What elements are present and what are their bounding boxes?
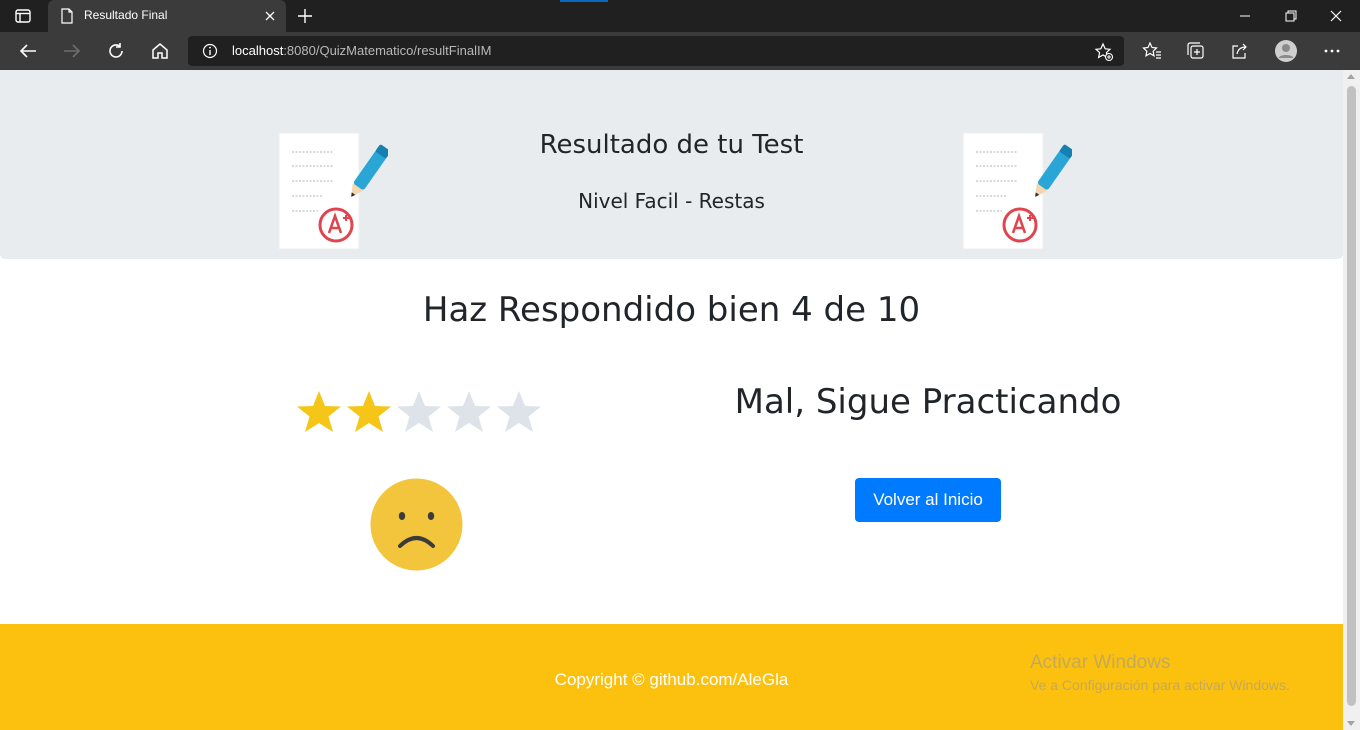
star-icon bbox=[447, 391, 491, 432]
favorites-icon[interactable] bbox=[1140, 40, 1164, 62]
windows-activation-watermark: Activar Windows Ve a Configuración para … bbox=[1030, 652, 1290, 693]
sad-face-icon bbox=[370, 478, 463, 571]
tab-resultado-final[interactable]: Resultado Final bbox=[48, 0, 286, 32]
result-verdict: Mal, Sigue Practicando bbox=[734, 382, 1122, 422]
level-subtitle: Nivel Facil - Restas bbox=[578, 189, 765, 213]
page-viewport: Resultado de tu Test Nivel Facil - Resta… bbox=[0, 70, 1360, 730]
address-bar[interactable]: localhost:8080/QuizMatematico/resultFina… bbox=[188, 36, 1124, 66]
scrollbar-thumb[interactable] bbox=[1347, 86, 1356, 706]
exam-graded-icon bbox=[962, 132, 1072, 250]
maximize-icon[interactable] bbox=[1269, 4, 1313, 28]
close-icon[interactable] bbox=[262, 8, 278, 24]
star-icon bbox=[397, 391, 441, 432]
scroll-up-icon[interactable] bbox=[1347, 74, 1355, 79]
accent-strip bbox=[560, 0, 608, 2]
page-icon bbox=[60, 8, 74, 24]
star-rating bbox=[294, 388, 546, 436]
star-icon bbox=[347, 391, 391, 432]
collections-icon[interactable] bbox=[1184, 40, 1208, 62]
score-heading: Haz Respondido bien 4 de 10 bbox=[422, 290, 921, 330]
sidebar-icon[interactable] bbox=[12, 7, 34, 25]
more-icon[interactable] bbox=[1320, 40, 1344, 62]
vertical-scrollbar[interactable] bbox=[1343, 70, 1360, 730]
back-to-home-button[interactable]: Volver al Inicio bbox=[855, 478, 1001, 522]
watermark-subtitle: Ve a Configuración para activar Windows. bbox=[1030, 677, 1290, 693]
url-host: localhost bbox=[232, 43, 284, 58]
browser-tab-bar: Resultado Final bbox=[0, 0, 1360, 32]
forward-icon[interactable] bbox=[60, 40, 84, 62]
url-path: :8080/QuizMatematico/resultFinalIM bbox=[283, 43, 492, 58]
header-banner: Resultado de tu Test Nivel Facil - Resta… bbox=[0, 70, 1343, 259]
browser-toolbar: localhost:8080/QuizMatematico/resultFina… bbox=[0, 32, 1360, 70]
refresh-icon[interactable] bbox=[104, 40, 128, 62]
info-icon[interactable] bbox=[202, 43, 218, 59]
minimize-icon[interactable] bbox=[1223, 4, 1267, 28]
scroll-down-icon[interactable] bbox=[1347, 721, 1355, 726]
close-window-icon[interactable] bbox=[1314, 4, 1358, 28]
url-text: localhost:8080/QuizMatematico/resultFina… bbox=[232, 43, 491, 58]
home-icon[interactable] bbox=[148, 40, 172, 62]
add-favorite-icon[interactable] bbox=[1094, 42, 1114, 62]
tab-title: Resultado Final bbox=[84, 8, 168, 22]
watermark-title: Activar Windows bbox=[1030, 652, 1171, 673]
share-icon[interactable] bbox=[1228, 40, 1252, 62]
page-title: Resultado de tu Test bbox=[539, 130, 804, 160]
back-icon[interactable] bbox=[16, 40, 40, 62]
profile-icon[interactable] bbox=[1274, 40, 1298, 62]
star-icon bbox=[297, 391, 341, 432]
plus-icon[interactable] bbox=[294, 6, 316, 26]
star-icon bbox=[497, 391, 541, 432]
